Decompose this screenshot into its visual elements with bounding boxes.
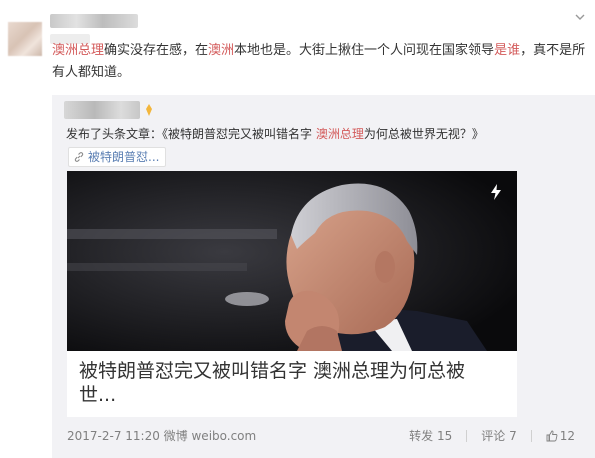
divider — [530, 429, 532, 442]
repost-article-line: 发布了头条文章：《被特朗普怼完又被叫错名字 澳洲总理为何总被世界无视？》 — [66, 125, 484, 142]
post-text-part[interactable]: 是谁 — [494, 43, 520, 58]
article-photo — [67, 171, 517, 351]
divider — [466, 429, 468, 442]
avatar[interactable] — [8, 22, 42, 56]
link-icon — [74, 152, 84, 162]
chevron-down-icon[interactable] — [573, 10, 587, 24]
like-icon — [546, 430, 558, 441]
post-text: 澳洲总理确实没存在感，在澳洲本地也是。大街上揪住一个人问现在国家领导是谁，真不是… — [52, 40, 592, 84]
article-thumbnail[interactable] — [67, 171, 517, 351]
article-link-label: 被特朗普怼... — [88, 150, 160, 164]
like-count: 12 — [559, 428, 575, 443]
repost-suffix: 为何总被世界无视？》 — [363, 127, 484, 141]
article-title[interactable]: 被特朗普怼完又被叫错名字 澳洲总理为何总被世... — [79, 359, 499, 407]
repost-button[interactable]: 转发 15 — [409, 427, 452, 444]
username-blurred[interactable] — [50, 14, 138, 28]
article-caption[interactable]: 被特朗普怼完又被叫错名字 澳洲总理为何总被世... — [67, 351, 517, 417]
like-button[interactable]: 12 — [546, 429, 575, 443]
repost-actions: 转发 15 评论 7 12 — [409, 427, 575, 444]
repost-meta: 2017-2-7 11:20 微博 weibo.com — [67, 429, 257, 443]
article-link-tag[interactable]: 被特朗普怼... — [68, 147, 167, 167]
comment-button[interactable]: 评论 7 — [481, 427, 516, 444]
post-text-part[interactable]: 澳洲 — [208, 43, 234, 58]
post-text-part: 本地也是。大街上揪住一个人问现在国家领导 — [234, 43, 495, 58]
repost-highlight[interactable]: 澳洲总理 — [316, 127, 364, 141]
repost-card: 发布了头条文章：《被特朗普怼完又被叫错名字 澳洲总理为何总被世界无视？》 被特朗… — [52, 95, 595, 458]
flash-icon — [491, 184, 501, 200]
repost-prefix: 发布了头条文章：《被特朗普怼完又被叫错名字 — [66, 127, 316, 141]
post-text-part[interactable]: 澳洲总理 — [52, 43, 104, 58]
post-text-part: 确实没存在感，在 — [104, 43, 209, 58]
repost-username-blurred[interactable] — [64, 101, 140, 119]
vip-badge-icon — [146, 104, 152, 116]
